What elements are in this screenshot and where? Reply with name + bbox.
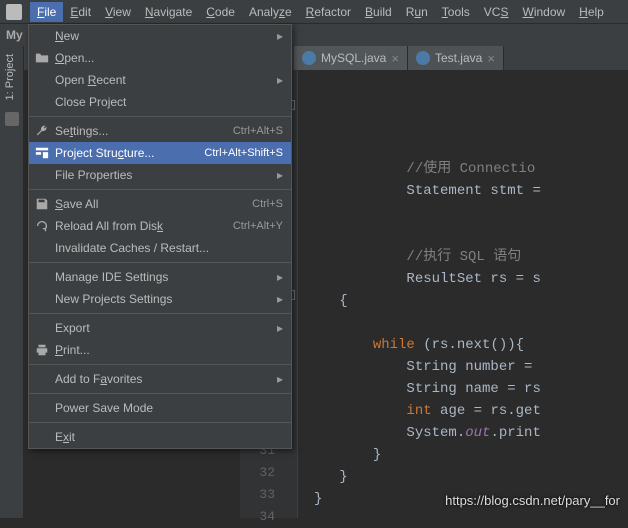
tool-window-bar: 1: Project: [0, 46, 24, 518]
submenu-arrow-icon: ▸: [277, 73, 283, 87]
shortcut-text: Ctrl+Alt+S: [233, 125, 283, 137]
line-number: 34: [240, 506, 297, 528]
mi-manage-ide[interactable]: Manage IDE Settings▸: [29, 266, 291, 288]
shortcut-text: Ctrl+Alt+Y: [233, 220, 283, 232]
mi-project-structure[interactable]: Project Structure... Ctrl+Alt+Shift+S: [29, 142, 291, 164]
mi-add-favorites[interactable]: Add to Favorites▸: [29, 368, 291, 390]
mi-settings[interactable]: Settings... Ctrl+Alt+S: [29, 120, 291, 142]
shortcut-text: Ctrl+Alt+Shift+S: [204, 147, 283, 159]
structure-icon[interactable]: [5, 112, 19, 126]
mi-power-save[interactable]: Power Save Mode: [29, 397, 291, 419]
file-menu-dropdown: New▸ Open... Open Recent▸ Close Project …: [28, 24, 292, 449]
menu-run[interactable]: Run: [399, 2, 435, 22]
submenu-arrow-icon: ▸: [277, 321, 283, 335]
submenu-arrow-icon: ▸: [277, 270, 283, 284]
menu-tools[interactable]: Tools: [435, 2, 477, 22]
mi-new[interactable]: New▸: [29, 25, 291, 47]
mi-save-all[interactable]: Save All Ctrl+S: [29, 193, 291, 215]
mi-reload[interactable]: Reload All from Disk Ctrl+Alt+Y: [29, 215, 291, 237]
watermark: https://blog.csdn.net/pary__for: [445, 493, 620, 508]
menu-refactor[interactable]: Refactor: [299, 2, 358, 22]
mi-open-recent[interactable]: Open Recent▸: [29, 69, 291, 91]
project-toolwindow-button[interactable]: 1: Project: [0, 46, 20, 108]
project-structure-icon: [34, 146, 49, 160]
java-file-icon: [416, 51, 430, 65]
separator: [29, 393, 291, 394]
menu-navigate[interactable]: Navigate: [138, 2, 199, 22]
java-file-icon: [302, 51, 316, 65]
menu-help[interactable]: Help: [572, 2, 611, 22]
app-logo: [6, 4, 22, 20]
submenu-arrow-icon: ▸: [277, 372, 283, 386]
mi-export[interactable]: Export▸: [29, 317, 291, 339]
mi-exit[interactable]: Exit: [29, 426, 291, 448]
separator: [29, 364, 291, 365]
mi-invalidate[interactable]: Invalidate Caches / Restart...: [29, 237, 291, 259]
project-label: My: [6, 28, 23, 42]
menu-build[interactable]: Build: [358, 2, 399, 22]
folder-open-icon: [34, 51, 49, 65]
menu-analyze[interactable]: Analyze: [242, 2, 299, 22]
print-icon: [34, 343, 49, 357]
submenu-arrow-icon: ▸: [277, 292, 283, 306]
menu-file[interactable]: File: [30, 2, 63, 22]
close-icon[interactable]: ×: [487, 51, 495, 66]
mi-new-projects-settings[interactable]: New Projects Settings▸: [29, 288, 291, 310]
separator: [29, 313, 291, 314]
mi-print[interactable]: Print...: [29, 339, 291, 361]
menu-window[interactable]: Window: [515, 2, 572, 22]
line-number: 32: [240, 462, 297, 484]
shortcut-text: Ctrl+S: [252, 198, 283, 210]
menu-edit[interactable]: Edit: [63, 2, 98, 22]
mi-close-project[interactable]: Close Project: [29, 91, 291, 113]
menu-vcs[interactable]: VCS: [477, 2, 516, 22]
tab-label: Test.java: [435, 51, 482, 65]
mi-open[interactable]: Open...: [29, 47, 291, 69]
menu-code[interactable]: Code: [199, 2, 242, 22]
line-number: 33: [240, 484, 297, 506]
submenu-arrow-icon: ▸: [277, 29, 283, 43]
save-icon: [34, 197, 49, 211]
tab-test[interactable]: Test.java ×: [408, 46, 504, 70]
close-icon[interactable]: ×: [391, 51, 399, 66]
wrench-icon: [34, 124, 49, 138]
reload-icon: [34, 219, 49, 233]
code-editor[interactable]: //使用 Connectio Statement stmt = //执行 SQL…: [314, 70, 628, 518]
separator: [29, 116, 291, 117]
submenu-arrow-icon: ▸: [277, 168, 283, 182]
mi-file-properties[interactable]: File Properties▸: [29, 164, 291, 186]
tab-label: MySQL.java: [321, 51, 386, 65]
separator: [29, 189, 291, 190]
menubar: File Edit View Navigate Code Analyze Ref…: [0, 0, 628, 24]
tab-mysql[interactable]: MySQL.java ×: [294, 46, 408, 70]
separator: [29, 262, 291, 263]
menu-view[interactable]: View: [98, 2, 138, 22]
separator: [29, 422, 291, 423]
